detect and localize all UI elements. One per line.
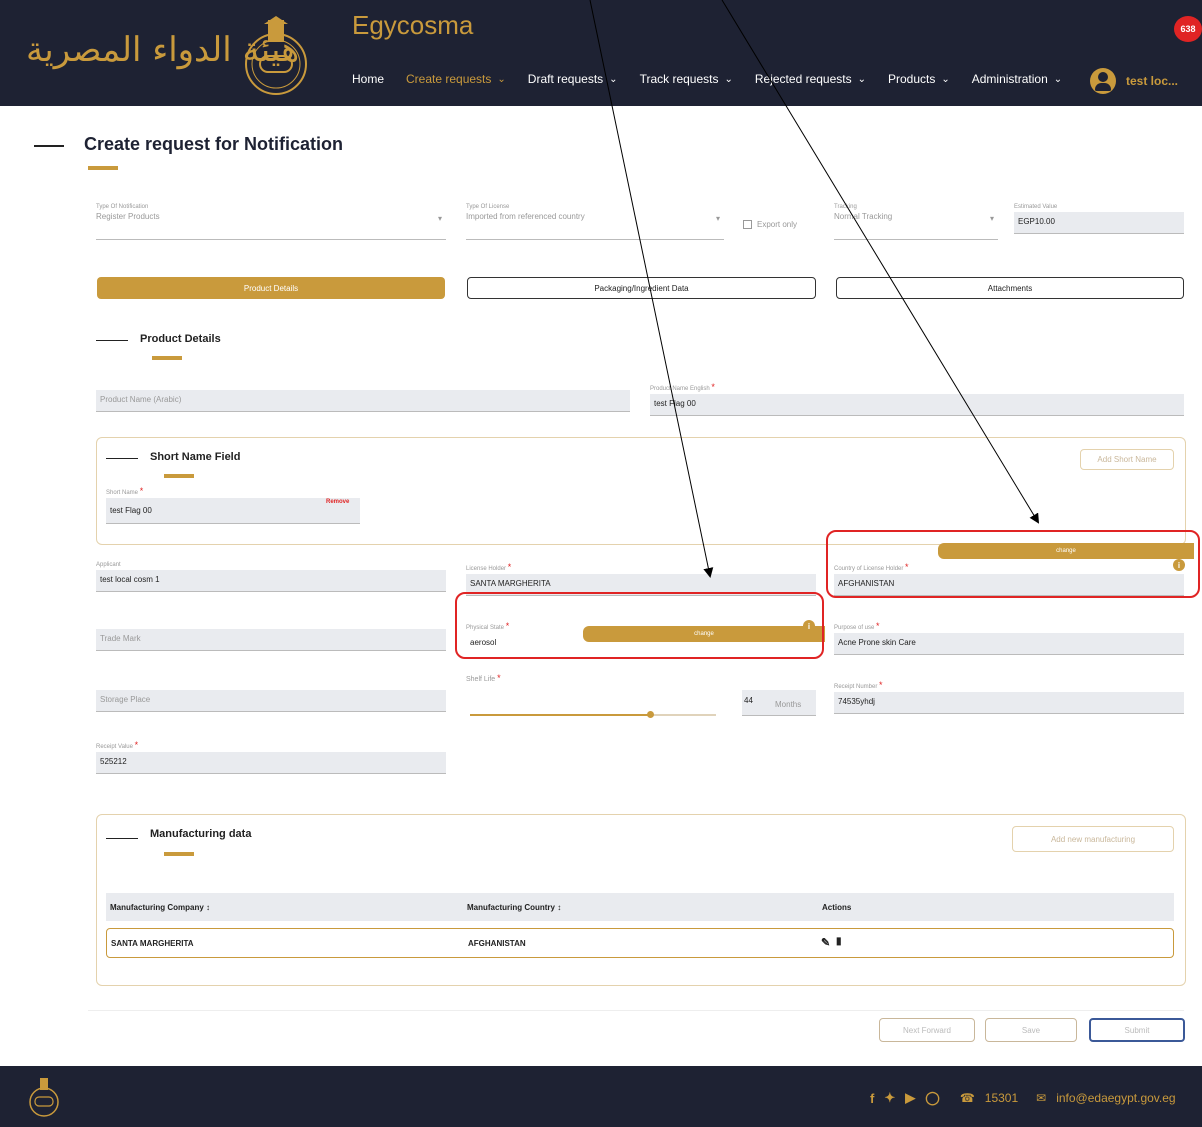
table-row: SANTA MARGHERITA AFGHANISTAN ✎ ▮ [106, 928, 1174, 958]
main-nav: Home Create requests ⌄ Draft requests ⌄ Tr… [352, 72, 1062, 86]
section-line [106, 458, 138, 459]
chevron-down-icon: ⌄ [1053, 73, 1063, 85]
brand-name[interactable]: Egycosma [352, 10, 473, 41]
dropdown-arrow-icon: ▾ [989, 214, 994, 223]
annotation-box-physical-state [455, 592, 824, 659]
chevron-down-icon: ⌄ [857, 73, 866, 85]
edit-icon[interactable]: ✎ [821, 936, 830, 949]
column-actions: Actions [822, 903, 852, 912]
short-name-heading: Short Name Field [150, 451, 241, 463]
tab-attachments[interactable]: Attachments [836, 277, 1184, 299]
nav-rejected-requests[interactable]: Rejected requests ⌄ [755, 72, 866, 86]
shelf-life-input[interactable]: 44 Months [742, 690, 816, 716]
export-only-checkbox[interactable]: Export only [743, 220, 797, 229]
youtube-icon[interactable]: ▶ [905, 1090, 915, 1106]
tab-product-details[interactable]: Product Details [97, 277, 445, 299]
tab-packaging-ingredient[interactable]: Packaging/Ingredient Data [467, 277, 816, 299]
receipt-number-field[interactable]: Receipt Number * 74535yhdj [834, 680, 1184, 714]
product-details-heading: Product Details [140, 333, 221, 345]
footer-contact: f ✦ ▶ ◯ ☎ 15301 ✉ info@edaegypt.gov.eg [870, 1090, 1176, 1106]
section-accent-bar [164, 852, 194, 856]
section-accent-bar [164, 474, 194, 478]
tracking-select[interactable]: Tracking Normal Tracking ▾ [834, 204, 998, 240]
nav-create-requests[interactable]: Create requests ⌄ [406, 72, 506, 86]
column-company[interactable]: Manufacturing Company ↕ [110, 903, 210, 912]
remove-short-name-button[interactable]: Remove [326, 499, 349, 505]
receipt-value-field[interactable]: Receipt Value * 525212 [96, 740, 446, 774]
slider-fill [470, 714, 650, 716]
next-forward-button[interactable]: Next Forward [879, 1018, 975, 1042]
storage-place-field[interactable]: Storage Place [96, 682, 446, 712]
divider [88, 1010, 1184, 1011]
add-manufacturing-button[interactable]: Add new manufacturing [1012, 826, 1174, 852]
chevron-down-icon: ⌄ [497, 73, 506, 85]
email-address[interactable]: info@edaegypt.gov.eg [1056, 1091, 1175, 1105]
applicant-field: Applicant test local cosm 1 [96, 562, 446, 592]
footer: f ✦ ▶ ◯ ☎ 15301 ✉ info@edaegypt.gov.eg [0, 1066, 1202, 1127]
section-accent-bar [152, 356, 182, 360]
product-name-english-field[interactable]: Product Name English * test Flag 00 [650, 382, 1184, 416]
slider-handle[interactable] [646, 711, 654, 718]
delete-icon[interactable]: ▮ [836, 936, 842, 947]
purpose-of-use-field[interactable]: Purpose of use * Acne Prone skin Care [834, 621, 1184, 655]
chevron-down-icon: ⌄ [724, 73, 733, 85]
chevron-down-icon: ⌄ [609, 73, 618, 85]
top-header: هيئة الدواء المصرية Egycosma Home Create… [0, 0, 1202, 106]
facebook-icon[interactable]: f [870, 1091, 874, 1106]
page-title: Create request for Notification [84, 134, 344, 154]
user-name: test loc... [1126, 74, 1179, 88]
chevron-down-icon: ⌄ [941, 73, 950, 85]
phone-number[interactable]: 15301 [985, 1091, 1018, 1105]
nav-products[interactable]: Products ⌄ [888, 72, 950, 86]
type-of-notification-select[interactable]: Type Of Notification Register Products ▾ [96, 204, 446, 240]
shelf-life-slider[interactable] [470, 711, 716, 718]
eda-emblem-icon [29, 1078, 59, 1117]
nav-administration[interactable]: Administration ⌄ [972, 72, 1062, 86]
manufacturing-heading: Manufacturing data [150, 828, 252, 840]
twitter-icon[interactable]: ✦ [884, 1090, 895, 1106]
user-avatar-icon [1090, 68, 1116, 94]
submit-button[interactable]: Submit [1089, 1018, 1185, 1042]
nav-track-requests[interactable]: Track requests ⌄ [640, 72, 733, 86]
title-accent-bar [88, 166, 118, 170]
nav-home[interactable]: Home [352, 72, 384, 86]
checkbox-icon [743, 220, 752, 229]
short-name-field[interactable]: Short Name * test Flag 00 [106, 486, 360, 524]
nav-draft-requests[interactable]: Draft requests ⌄ [528, 72, 618, 86]
product-name-arabic-field[interactable]: Product Name (Arabic) [96, 382, 630, 412]
estimated-value-field: Estimated Value EGP10.00 [1014, 204, 1184, 234]
instagram-icon[interactable]: ◯ [925, 1090, 940, 1106]
mail-icon: ✉ [1036, 1091, 1047, 1105]
manufacturing-table-header: Manufacturing Company ↕ Manufacturing Co… [106, 893, 1174, 921]
section-line [96, 340, 128, 341]
annotation-box-country [826, 530, 1200, 598]
license-holder-field[interactable]: License Holder * SANTA MARGHERITA [466, 562, 816, 596]
trade-mark-field[interactable]: Trade Mark [96, 621, 446, 651]
type-of-license-select[interactable]: Type Of License Imported from referenced… [466, 204, 724, 240]
shelf-life-label: Shelf Life * [466, 673, 501, 683]
add-short-name-button[interactable]: Add Short Name [1080, 449, 1174, 470]
title-line [34, 145, 64, 147]
dropdown-arrow-icon: ▾ [715, 214, 720, 223]
user-menu[interactable]: test loc... [1090, 68, 1178, 94]
section-line [106, 838, 138, 839]
dropdown-arrow-icon: ▾ [437, 214, 442, 223]
save-button[interactable]: Save [985, 1018, 1077, 1042]
phone-icon: ☎ [959, 1091, 975, 1105]
column-country[interactable]: Manufacturing Country ↕ [467, 903, 561, 912]
notification-badge[interactable]: 638 [1174, 16, 1202, 42]
eda-emblem-icon [245, 16, 307, 95]
